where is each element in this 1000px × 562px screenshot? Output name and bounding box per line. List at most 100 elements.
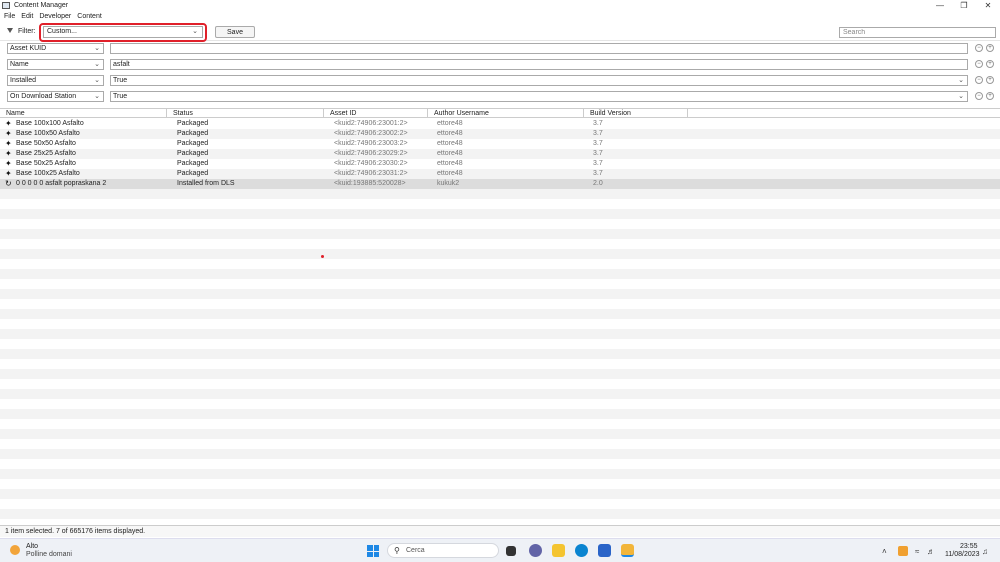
table-row[interactable]: ✦ Base 50x25 Asfalto Packaged <kuid2:74906:… — [0, 159, 1000, 169]
cell-status: Packaged — [177, 140, 209, 147]
add-filter-icon[interactable]: + — [986, 60, 994, 68]
filter-value-select[interactable]: True ⌄ — [110, 75, 968, 86]
empty-row — [0, 499, 1000, 509]
chevron-up-icon[interactable]: ˄ — [882, 547, 887, 556]
chevron-down-icon: ⌄ — [94, 93, 100, 100]
store-icon[interactable] — [598, 544, 611, 557]
edge-browser-icon[interactable] — [575, 544, 588, 557]
filter-value-select[interactable]: True ⌄ — [110, 91, 968, 102]
table-row[interactable]: ↻ 0 0 0 0 0 asfalt popraskana 2 Installed … — [0, 179, 1000, 189]
puzzle-icon: ✦ — [5, 169, 12, 178]
empty-row — [0, 489, 1000, 499]
taskbar: Alto Polline domani ⚲ Cerca ˄ ≈ ♬ 23:55 … — [0, 538, 1000, 562]
menu-developer[interactable]: Developer — [39, 12, 71, 22]
minimize-icon[interactable]: — — [928, 0, 952, 11]
taskbar-search[interactable]: ⚲ Cerca — [387, 543, 499, 558]
teams-chat-icon[interactable] — [529, 544, 542, 557]
table-row[interactable]: ✦ Base 50x50 Asfalto Packaged <kuid2:74906:… — [0, 139, 1000, 149]
cell-asset-id: <kuid2:74906:23001:2> — [334, 120, 408, 127]
empty-row — [0, 419, 1000, 429]
table-row[interactable]: ✦ Base 25x25 Asfalto Packaged <kuid2:74906:… — [0, 149, 1000, 159]
filter-value-text: asfalt — [113, 61, 130, 68]
table-row[interactable]: ✦ Base 100x50 Asfalto Packaged <kuid2:74906… — [0, 129, 1000, 139]
cell-name: Base 50x50 Asfalto — [16, 140, 76, 147]
empty-row — [0, 479, 1000, 489]
empty-row — [0, 259, 1000, 269]
content-manager-taskbar-icon[interactable] — [621, 544, 634, 557]
cell-author: ettore48 — [437, 160, 463, 167]
menu-bar: File Edit Developer Content — [0, 12, 102, 22]
empty-row — [0, 249, 1000, 259]
remove-filter-icon[interactable]: − — [975, 44, 983, 52]
empty-row — [0, 449, 1000, 459]
filter-field-select[interactable]: Name ⌄ — [7, 59, 104, 70]
add-filter-icon[interactable]: + — [986, 44, 994, 52]
status-text: 1 item selected. 7 of 665176 items displ… — [5, 528, 146, 535]
empty-row — [0, 429, 1000, 439]
volume-icon[interactable]: ♬ — [927, 547, 935, 556]
filter-label: Filter: — [18, 28, 36, 35]
column-header-author[interactable]: Author Username — [428, 109, 584, 118]
save-filter-button[interactable]: Save — [215, 26, 255, 38]
cell-author: ettore48 — [437, 130, 463, 137]
restore-icon[interactable]: ❐ — [952, 0, 976, 11]
clock-time[interactable]: 23:55 — [960, 543, 978, 550]
cell-name: Base 25x25 Asfalto — [16, 150, 76, 157]
window-controls: — ❐ ✕ — [928, 0, 1000, 11]
weather-subtitle[interactable]: Polline domani — [26, 551, 72, 558]
windows-start-icon[interactable] — [367, 545, 379, 557]
notification-bell-icon[interactable]: ♫ — [982, 547, 988, 556]
empty-row — [0, 289, 1000, 299]
column-header-status[interactable]: Status — [167, 109, 324, 118]
task-view-icon[interactable] — [506, 546, 516, 556]
empty-row — [0, 189, 1000, 199]
column-header-asset-id[interactable]: Asset ID — [324, 109, 428, 118]
remove-filter-icon[interactable]: − — [975, 92, 983, 100]
file-explorer-icon[interactable] — [552, 544, 565, 557]
cell-status: Packaged — [177, 160, 209, 167]
cell-build: 3.7 — [593, 150, 603, 157]
add-filter-icon[interactable]: + — [986, 92, 994, 100]
weather-title[interactable]: Alto — [26, 543, 38, 550]
filter-field-select[interactable]: On Download Station ⌄ — [7, 91, 104, 102]
puzzle-icon: ✦ — [5, 159, 12, 168]
tray-app-icon[interactable] — [898, 546, 908, 556]
empty-row — [0, 209, 1000, 219]
empty-row — [0, 369, 1000, 379]
remove-filter-icon[interactable]: − — [975, 60, 983, 68]
taskbar-search-text: Cerca — [406, 547, 425, 554]
menu-file[interactable]: File — [4, 12, 15, 22]
title-bar: Content Manager — [0, 0, 1000, 11]
close-icon[interactable]: ✕ — [976, 0, 1000, 11]
filter-icon[interactable] — [7, 28, 13, 33]
column-header-name[interactable]: Name — [0, 109, 167, 118]
filter-field-select[interactable]: Asset KUID ⌄ — [7, 43, 104, 54]
app-icon — [2, 2, 10, 9]
filter-field-label: Name — [10, 61, 29, 68]
menu-edit[interactable]: Edit — [21, 12, 33, 22]
table-row[interactable]: ✦ Base 100x25 Asfalto Packaged <kuid2:74906… — [0, 169, 1000, 179]
remove-filter-icon[interactable]: − — [975, 76, 983, 84]
add-filter-icon[interactable]: + — [986, 76, 994, 84]
cell-author: ettore48 — [437, 150, 463, 157]
empty-row — [0, 219, 1000, 229]
filter-field-select[interactable]: Installed ⌄ — [7, 75, 104, 86]
empty-row — [0, 299, 1000, 309]
menu-content[interactable]: Content — [77, 12, 102, 22]
wifi-icon[interactable]: ≈ — [915, 547, 919, 556]
weather-icon[interactable] — [10, 545, 20, 555]
empty-row — [0, 509, 1000, 519]
chevron-down-icon: ⌄ — [94, 61, 100, 68]
column-header-build[interactable]: Build Version — [584, 109, 688, 118]
table-row[interactable]: ✦ Base 100x100 Asfalto Packaged <kuid2:7490… — [0, 119, 1000, 129]
search-input[interactable] — [839, 27, 996, 38]
clock-date[interactable]: 11/08/2023 — [945, 551, 980, 558]
filter-value-input[interactable] — [110, 43, 968, 54]
filter-row-installed: Installed ⌄ True ⌄ − + — [0, 75, 1000, 87]
cell-build: 3.7 — [593, 130, 603, 137]
empty-row — [0, 359, 1000, 369]
status-bar: 1 item selected. 7 of 665176 items displ… — [0, 525, 1000, 537]
filter-value-input[interactable]: asfalt — [110, 59, 968, 70]
cell-author: ettore48 — [437, 140, 463, 147]
chevron-down-icon: ⌄ — [94, 77, 100, 84]
